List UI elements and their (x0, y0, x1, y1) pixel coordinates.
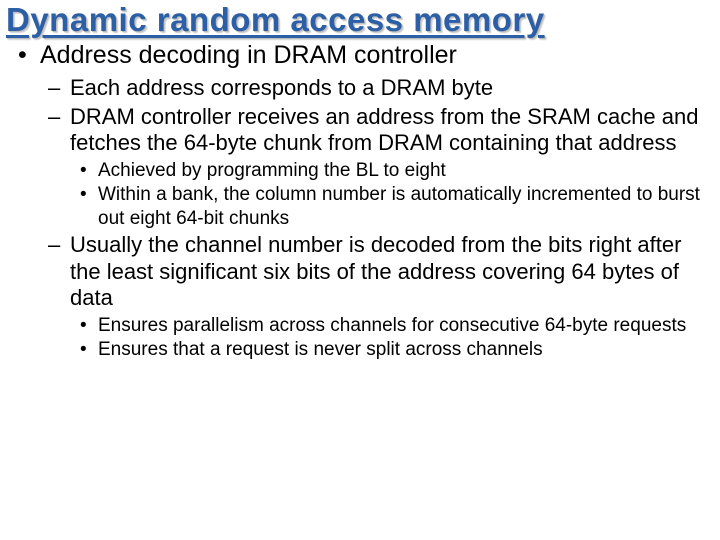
bullet-text: Achieved by programming the BL to eight (98, 160, 446, 181)
bullet-list-level3: Ensures parallelism across channels for … (70, 314, 714, 361)
bullet-text: Address decoding in DRAM controller (40, 41, 457, 69)
bullet-list-level3: Achieved by programming the BL to eight … (70, 159, 714, 230)
bullet-text: Each address corresponds to a DRAM byte (70, 75, 493, 100)
list-item: Within a bank, the column number is auto… (98, 183, 714, 229)
list-item: Ensures that a request is never split ac… (98, 338, 714, 361)
list-item: Each address corresponds to a DRAM byte (70, 75, 714, 102)
list-item: DRAM controller receives an address from… (70, 104, 714, 230)
bullet-list-level1: Address decoding in DRAM controller Each… (6, 40, 714, 361)
slide: Dynamic random access memory Address dec… (0, 0, 720, 540)
list-item: Address decoding in DRAM controller Each… (40, 40, 714, 361)
slide-title: Dynamic random access memory (6, 2, 714, 38)
bullet-text: Usually the channel number is decoded fr… (70, 232, 681, 311)
bullet-list-level2: Each address corresponds to a DRAM byte … (40, 75, 714, 362)
list-item: Ensures parallelism across channels for … (98, 314, 714, 337)
list-item: Usually the channel number is decoded fr… (70, 232, 714, 362)
bullet-text: Within a bank, the column number is auto… (98, 184, 700, 228)
bullet-text: Ensures that a request is never split ac… (98, 339, 543, 360)
bullet-text: Ensures parallelism across channels for … (98, 315, 686, 336)
list-item: Achieved by programming the BL to eight (98, 159, 714, 182)
bullet-text: DRAM controller receives an address from… (70, 104, 698, 156)
